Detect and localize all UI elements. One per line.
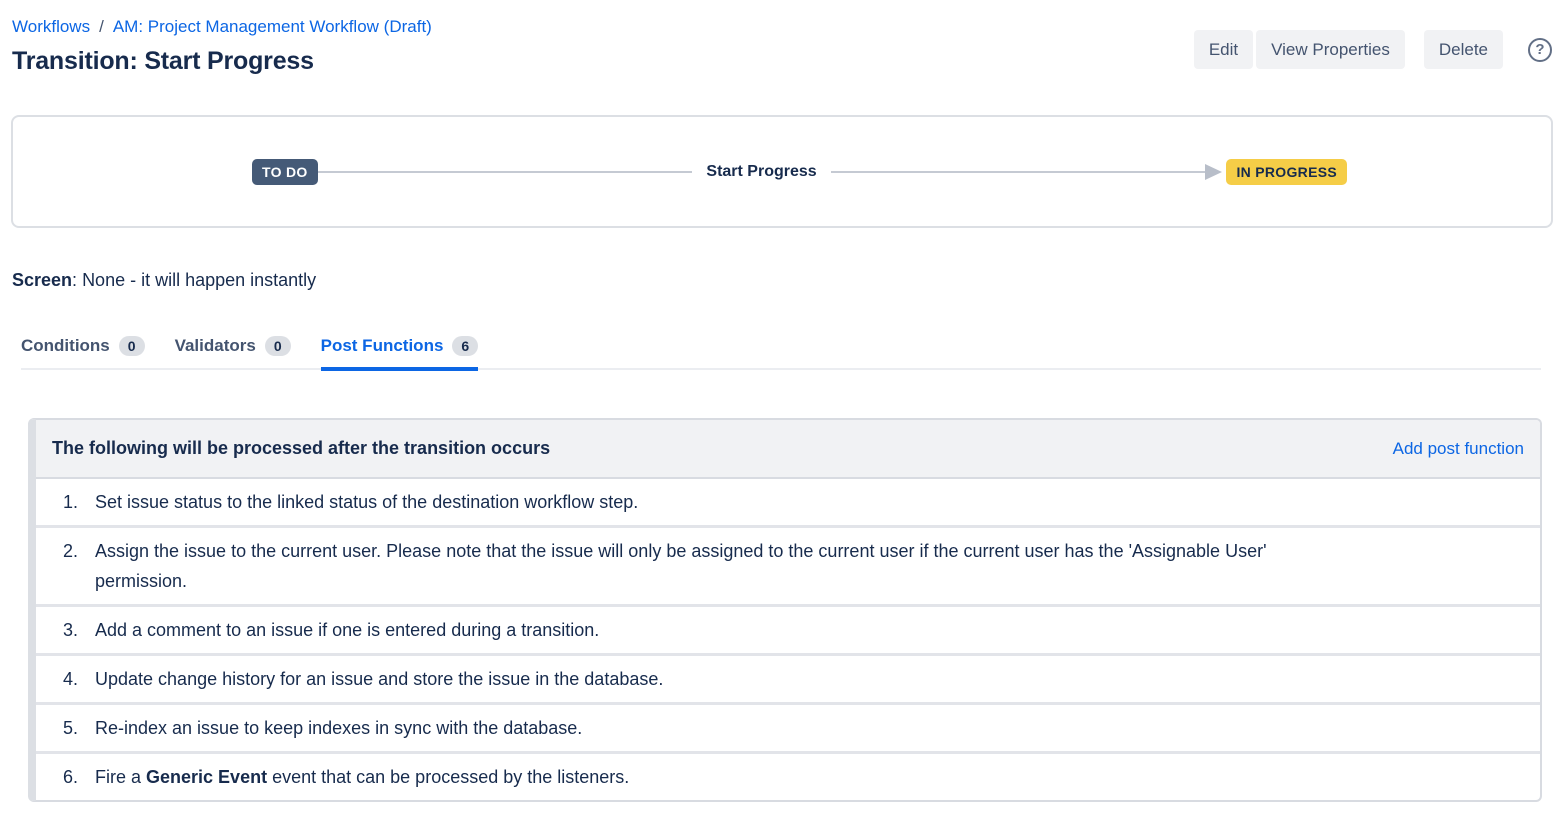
from-status-lozenge: TO DO xyxy=(252,159,318,185)
post-functions-header-title: The following will be processed after th… xyxy=(52,438,550,459)
transition-name-label: Start Progress xyxy=(692,163,830,181)
post-function-row-text: Set issue status to the linked status of… xyxy=(78,479,654,525)
delete-button[interactable]: Delete xyxy=(1424,30,1503,69)
breadcrumb: Workflows/AM: Project Management Workflo… xyxy=(12,16,432,38)
edit-button[interactable]: Edit xyxy=(1194,30,1253,69)
view-properties-button[interactable]: View Properties xyxy=(1256,30,1405,69)
flow-line-right xyxy=(831,171,1206,173)
screen-value: None - it will happen instantly xyxy=(82,270,316,290)
screen-separator: : xyxy=(72,270,82,290)
to-status-lozenge: IN PROGRESS xyxy=(1226,159,1347,185)
post-function-row: 3.Add a comment to an issue if one is en… xyxy=(36,604,1540,653)
tab-label: Conditions xyxy=(21,336,110,356)
post-function-row: 5.Re-index an issue to keep indexes in s… xyxy=(36,702,1540,751)
header-left: Workflows/AM: Project Management Workflo… xyxy=(12,16,432,76)
post-functions-header: The following will be processed after th… xyxy=(36,420,1540,479)
tab-count-badge: 0 xyxy=(265,336,291,356)
toolbar-button-group: Edit View Properties xyxy=(1194,30,1405,69)
post-function-row-text: Update change history for an issue and s… xyxy=(78,656,679,702)
help-icon[interactable]: ? xyxy=(1528,38,1552,62)
post-function-row: 6.Fire a Generic Event event that can be… xyxy=(36,751,1540,800)
page-title: Transition: Start Progress xyxy=(12,47,432,76)
breadcrumb-link-workflows[interactable]: Workflows xyxy=(12,17,90,36)
transition-diagram-panel: TO DO Start Progress IN PROGRESS xyxy=(11,115,1553,228)
post-function-row: 1.Set issue status to the linked status … xyxy=(36,479,1540,525)
tab-count-badge: 6 xyxy=(452,336,478,356)
add-post-function-link[interactable]: Add post function xyxy=(1393,439,1524,459)
flow-line-left xyxy=(318,171,693,173)
tab-label: Post Functions xyxy=(321,336,444,356)
post-function-list: 1.Set issue status to the linked status … xyxy=(36,479,1540,800)
tab-post-functions[interactable]: Post Functions 6 xyxy=(321,336,479,371)
page-header: Workflows/AM: Project Management Workflo… xyxy=(0,0,1564,76)
breadcrumb-link-workflow-name[interactable]: AM: Project Management Workflow (Draft) xyxy=(113,17,432,36)
post-function-row-text: Add a comment to an issue if one is ente… xyxy=(78,607,615,653)
post-function-row-number: 3. xyxy=(36,607,78,653)
post-function-row-number: 6. xyxy=(36,754,78,800)
post-function-row-text: Assign the issue to the current user. Pl… xyxy=(78,528,1378,604)
arrow-right-icon xyxy=(1205,164,1222,180)
post-function-row: 2.Assign the issue to the current user. … xyxy=(36,525,1540,604)
post-function-row-number: 5. xyxy=(36,705,78,751)
post-function-row-text: Fire a Generic Event event that can be p… xyxy=(78,754,645,800)
screen-label: Screen xyxy=(12,270,72,290)
tab-bar: Conditions 0 Validators 0 Post Functions… xyxy=(21,336,1541,370)
post-function-row-number: 2. xyxy=(36,528,78,604)
tab-count-badge: 0 xyxy=(119,336,145,356)
transition-flow: TO DO Start Progress IN PROGRESS xyxy=(252,159,1347,185)
tab-conditions[interactable]: Conditions 0 xyxy=(21,336,145,371)
post-function-row-text: Re-index an issue to keep indexes in syn… xyxy=(78,705,598,751)
screen-info: Screen: None - it will happen instantly xyxy=(12,270,1552,291)
post-function-row: 4.Update change history for an issue and… xyxy=(36,653,1540,702)
toolbar: Edit View Properties Delete ? xyxy=(1194,30,1552,69)
post-functions-table: The following will be processed after th… xyxy=(28,418,1542,802)
tab-label: Validators xyxy=(175,336,256,356)
tab-validators[interactable]: Validators 0 xyxy=(175,336,291,371)
breadcrumb-separator: / xyxy=(90,17,113,36)
post-function-row-number: 1. xyxy=(36,479,78,525)
post-function-row-number: 4. xyxy=(36,656,78,702)
